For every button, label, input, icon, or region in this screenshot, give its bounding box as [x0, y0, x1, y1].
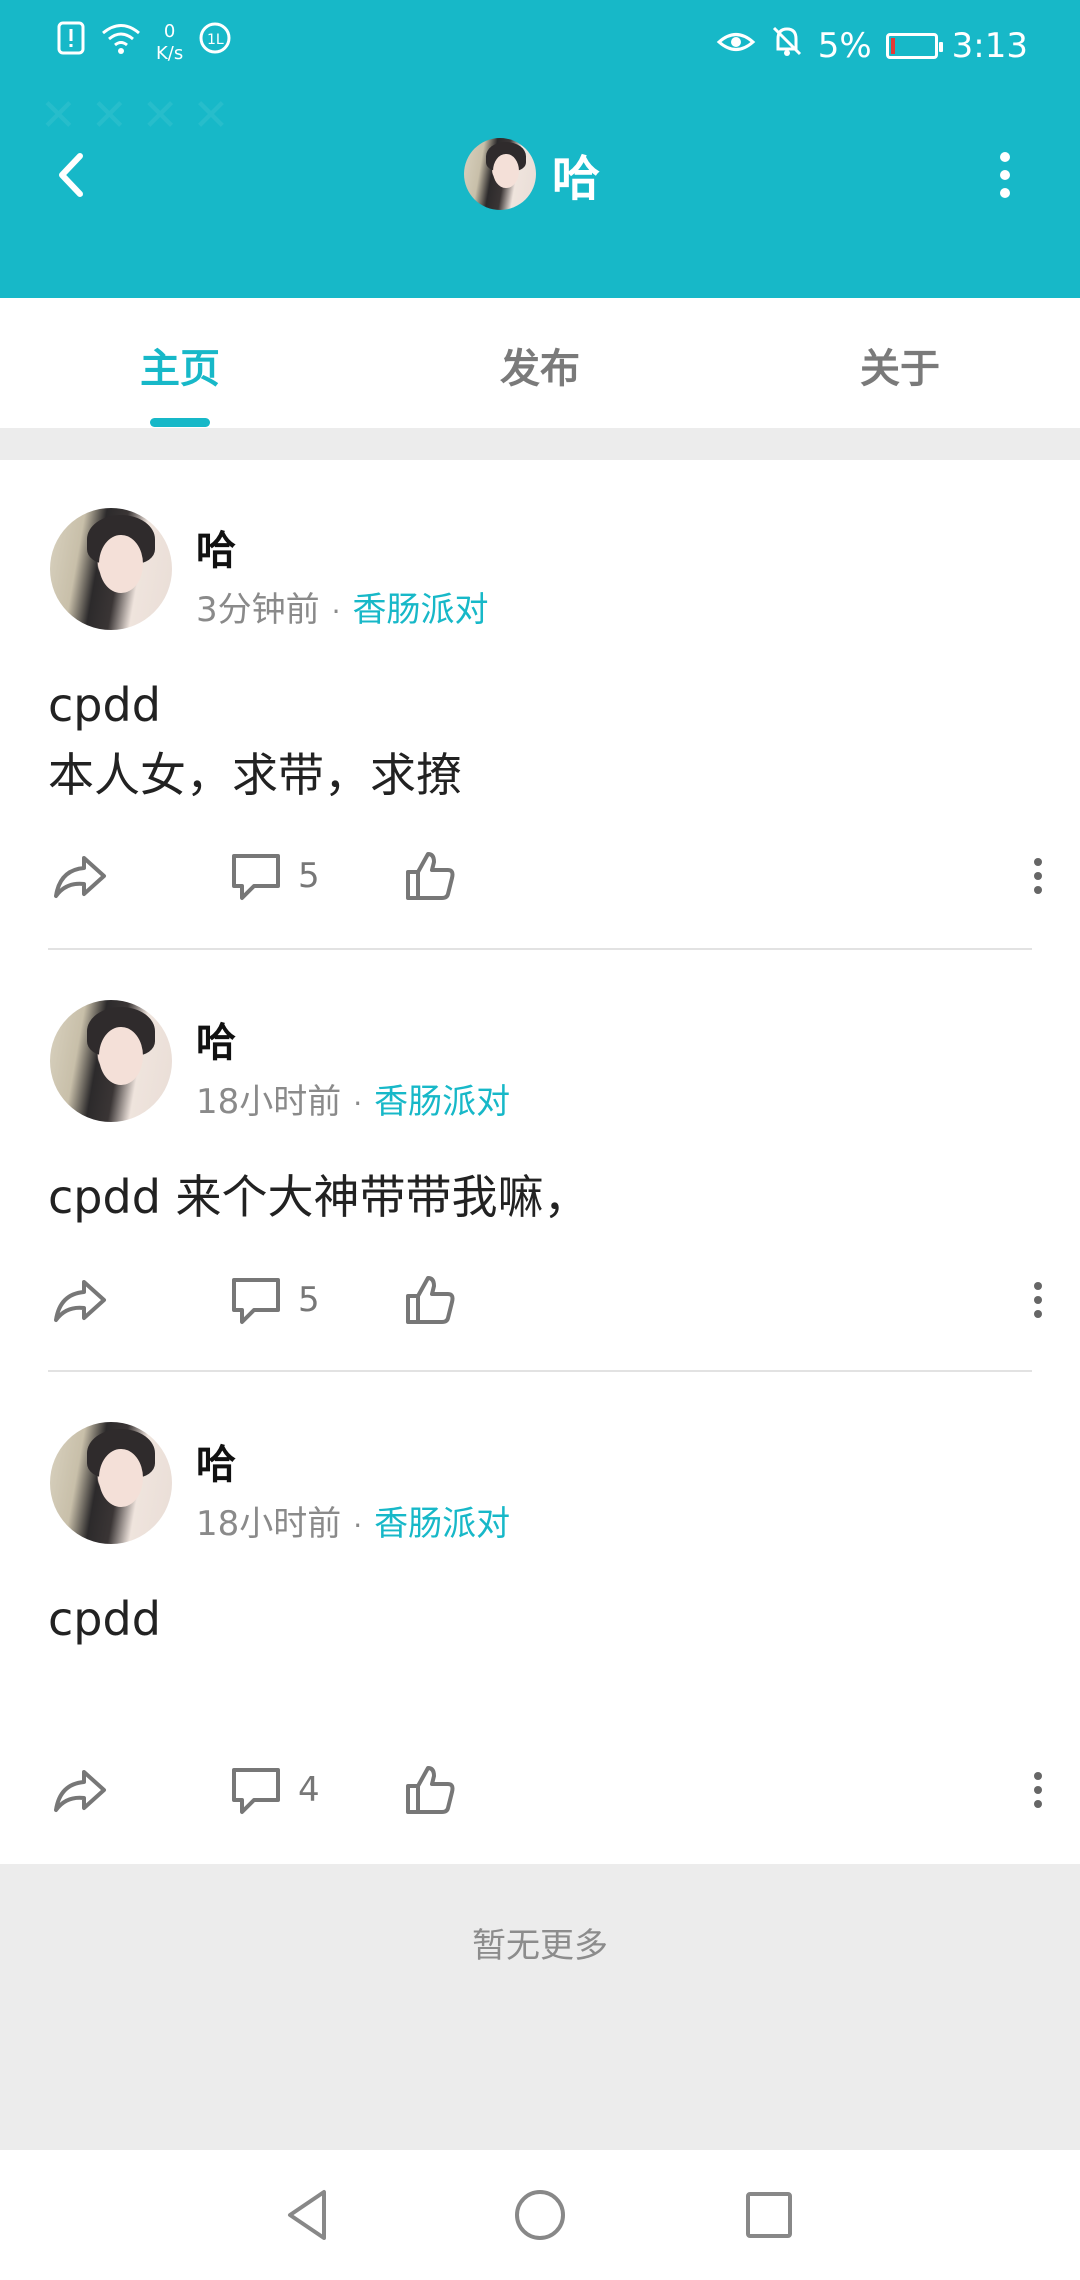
avatar	[464, 138, 536, 210]
nav-home-circle-icon	[515, 2190, 565, 2240]
post-topic-link[interactable]: 香肠派对	[374, 1504, 510, 1544]
nav-user[interactable]: 哈	[464, 138, 600, 210]
svg-text:1L: 1L	[207, 32, 224, 48]
divider	[48, 948, 1032, 950]
share-icon	[54, 856, 106, 898]
comment-count: 4	[298, 1770, 320, 1810]
tab-indicator	[150, 418, 210, 427]
network-speed: 0 K/s	[156, 20, 184, 64]
post-card[interactable]: 哈 18小时前 · 香肠派对 cpdd 4	[0, 1374, 1080, 1864]
system-nav-bar	[0, 2150, 1080, 2280]
meta-separator: ·	[331, 595, 341, 628]
more-options-button[interactable]	[970, 140, 1040, 210]
no-more-label: 暂无更多	[472, 1926, 608, 1966]
post-time: 18小时前	[196, 1082, 342, 1122]
post-content[interactable]: cpdd 来个大神带带我嘛，	[48, 1162, 590, 1232]
thumbs-up-icon	[406, 1276, 455, 1324]
post-content[interactable]: cpdd 本人女，求带，求撩	[48, 670, 462, 810]
comment-button[interactable]: 5	[228, 836, 320, 916]
profile-tabs: 主页 发布 关于	[0, 298, 1080, 428]
post-actions: 5	[0, 1260, 1080, 1340]
like-button[interactable]	[402, 1260, 458, 1340]
list-footer: 暂无更多	[0, 1864, 1080, 2150]
comment-count: 5	[298, 1280, 320, 1320]
post-card[interactable]: 哈 18小时前 · 香肠派对 cpdd 来个大神带带我嘛， 5	[0, 952, 1080, 1372]
more-vertical-icon	[1000, 152, 1010, 198]
back-button[interactable]	[40, 140, 110, 210]
post-content-line: cpdd	[48, 678, 161, 732]
tab-about[interactable]: 关于	[720, 336, 1080, 394]
post-time: 3分钟前	[196, 590, 320, 630]
comment-button[interactable]: 4	[228, 1750, 320, 1830]
share-button[interactable]	[50, 836, 110, 916]
post-more-button[interactable]	[1018, 1260, 1058, 1340]
more-vertical-icon	[1034, 858, 1042, 894]
comment-icon	[232, 1278, 280, 1324]
meta-separator: ·	[353, 1087, 363, 1120]
more-vertical-icon	[1034, 1772, 1042, 1808]
post-actions: 5	[0, 836, 1080, 916]
nav-home-button[interactable]	[505, 2180, 575, 2250]
post-time: 18小时前	[196, 1504, 342, 1544]
post-content[interactable]: cpdd	[48, 1584, 161, 1654]
eye-comfort-icon	[716, 26, 756, 66]
nav-recents-square-icon	[746, 2192, 792, 2238]
like-button[interactable]	[402, 836, 458, 916]
comment-icon	[232, 854, 280, 900]
profile-header: ✕ ✕ ✕ ✕ 0 K/s 1L 5% 3:13 哈	[0, 0, 1080, 298]
top-nav: 哈	[0, 130, 1080, 220]
avatar[interactable]	[50, 1000, 172, 1122]
post-meta: 18小时前 · 香肠派对	[196, 1074, 510, 1123]
thumbs-up-icon	[406, 1766, 455, 1814]
nav-back-button[interactable]	[274, 2180, 344, 2250]
thumbs-up-icon	[406, 852, 455, 900]
post-content-line: cpdd	[48, 1592, 161, 1646]
share-icon	[54, 1280, 106, 1322]
divider	[48, 1370, 1032, 1372]
post-topic-link[interactable]: 香肠派对	[374, 1082, 510, 1122]
avatar[interactable]	[50, 1422, 172, 1544]
tab-home[interactable]: 主页	[0, 336, 360, 394]
post-author[interactable]: 哈	[196, 518, 236, 576]
comment-count: 5	[298, 856, 320, 896]
wifi-icon	[100, 21, 142, 64]
post-more-button[interactable]	[1018, 1750, 1058, 1830]
mute-bell-icon	[770, 24, 804, 67]
post-card[interactable]: 哈 3分钟前 · 香肠派对 cpdd 本人女，求带，求撩 5	[0, 460, 1080, 950]
share-button[interactable]	[50, 1750, 110, 1830]
status-bar: 0 K/s 1L 5% 3:13	[0, 0, 1080, 92]
more-vertical-icon	[1034, 1282, 1042, 1318]
sim-alert-icon	[56, 21, 86, 64]
comment-button[interactable]: 5	[228, 1260, 320, 1340]
meta-separator: ·	[353, 1509, 363, 1542]
nav-back-triangle-icon	[288, 2190, 326, 2240]
data-saver-icon: 1L	[197, 20, 233, 65]
section-gap	[0, 428, 1080, 460]
tab-posts[interactable]: 发布	[360, 336, 720, 394]
nav-recents-button[interactable]	[734, 2180, 804, 2250]
battery-percent: 5%	[817, 25, 872, 66]
clock: 3:13	[951, 25, 1028, 66]
post-actions: 4	[0, 1750, 1080, 1830]
post-topic-link[interactable]: 香肠派对	[353, 590, 489, 630]
post-content-line: 本人女，求带，求撩	[48, 748, 462, 802]
share-icon	[54, 1770, 106, 1812]
post-meta: 3分钟前 · 香肠派对	[196, 582, 489, 631]
share-button[interactable]	[50, 1260, 110, 1340]
battery-icon	[885, 32, 943, 59]
avatar[interactable]	[50, 508, 172, 630]
post-author[interactable]: 哈	[196, 1010, 236, 1068]
page-title: 哈	[552, 151, 601, 207]
like-button[interactable]	[402, 1750, 458, 1830]
comment-icon	[232, 1768, 280, 1814]
post-content-line: cpdd 来个大神带带我嘛，	[48, 1170, 590, 1224]
post-more-button[interactable]	[1018, 836, 1058, 916]
back-arrow-icon	[59, 153, 83, 197]
post-meta: 18小时前 · 香肠派对	[196, 1496, 510, 1545]
post-author[interactable]: 哈	[196, 1432, 236, 1490]
